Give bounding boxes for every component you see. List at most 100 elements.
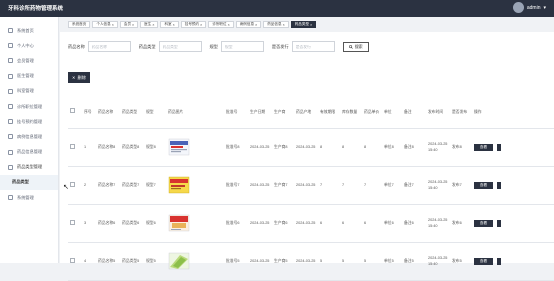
view-button[interactable]: 查看 bbox=[474, 219, 493, 227]
tab-profile[interactable]: 个人信息 × bbox=[92, 21, 118, 28]
edit-button[interactable] bbox=[497, 181, 501, 189]
table-cell: 2024-03-25 15:40 bbox=[426, 128, 450, 167]
sidebar-item-profile[interactable]: 个人中心 bbox=[0, 38, 58, 53]
tab-label: 药品类型 bbox=[294, 22, 310, 26]
table-cell: 发布7 bbox=[450, 166, 472, 205]
delete-button[interactable]: ✕ 删除 bbox=[68, 72, 90, 83]
table-cell: 6 bbox=[340, 204, 362, 243]
app-title: 牙科诊所药物管理系统 bbox=[8, 6, 64, 12]
edit-button[interactable] bbox=[497, 257, 501, 265]
close-icon[interactable]: × bbox=[132, 23, 134, 27]
table-cell: 批准号6 bbox=[224, 204, 248, 243]
drug-type-input[interactable] bbox=[158, 41, 202, 52]
table-cell: 5 bbox=[318, 242, 340, 281]
table-cell: 生产商8 bbox=[272, 128, 294, 167]
sidebar-item-label: 药品信息管理 bbox=[17, 149, 43, 155]
sidebar-item-drug-info[interactable]: 药品信息管理 bbox=[0, 145, 58, 160]
table-cell: 2024-03-25 bbox=[248, 128, 272, 167]
drug-name-input[interactable] bbox=[87, 41, 131, 52]
close-icon[interactable]: × bbox=[255, 23, 257, 27]
tab-drug-info[interactable]: 药品信息 × bbox=[263, 21, 289, 28]
table-cell: 单位5 bbox=[382, 242, 402, 281]
sidebar-item-drug-types[interactable]: 药品类型管理 bbox=[0, 160, 58, 175]
select-all-checkbox[interactable] bbox=[70, 108, 75, 114]
sidebar-item-appointments[interactable]: 挂号预约管理 bbox=[0, 114, 58, 129]
table-header: 药品单价 bbox=[362, 96, 382, 129]
table-header: 单位 bbox=[382, 96, 402, 129]
user-menu[interactable]: admin ▾ bbox=[512, 2, 546, 13]
sidebar-item-home[interactable]: 系统首页 bbox=[0, 23, 58, 38]
view-button[interactable]: 查看 bbox=[474, 257, 493, 265]
table-header: 生产日期 bbox=[248, 96, 272, 129]
table-cell: 生产商5 bbox=[272, 242, 294, 281]
tab-appointments[interactable]: 挂号预约 × bbox=[180, 21, 207, 28]
close-icon[interactable]: × bbox=[173, 23, 175, 27]
table-cell: 2024-03-25 15:40 bbox=[426, 204, 450, 243]
sidebar-item-label: 病例信息管理 bbox=[17, 133, 43, 139]
sidebar-item-cases[interactable]: 病例信息管理 bbox=[0, 129, 58, 144]
tab-label: 会员 bbox=[123, 22, 132, 26]
sidebar-item-members[interactable]: 会员管理 bbox=[0, 53, 58, 68]
table-cell: 规型7 bbox=[144, 166, 166, 205]
tab-cases[interactable]: 病例信息 × bbox=[235, 21, 262, 28]
table-header-row: 序号 药品名称 药品类型 规型 药品图片 批准号 生产日期 生产商 药品产地 有… bbox=[68, 96, 554, 129]
table-cell bbox=[68, 166, 82, 205]
tab-home[interactable]: 系统首页 bbox=[68, 21, 91, 28]
search-button[interactable]: 搜索 bbox=[342, 41, 369, 52]
close-icon[interactable]: × bbox=[152, 23, 154, 27]
sidebar-item-label: 药品类型管理 bbox=[17, 164, 43, 170]
view-button[interactable]: 查看 bbox=[474, 143, 493, 151]
table-cell: 7 bbox=[318, 166, 340, 205]
close-icon[interactable]: × bbox=[283, 23, 285, 27]
grid-icon bbox=[8, 149, 13, 155]
close-icon[interactable]: × bbox=[228, 23, 230, 27]
table-header: 备注 bbox=[402, 96, 426, 129]
table-header: 是否发布 bbox=[450, 96, 472, 129]
close-icon[interactable]: × bbox=[112, 23, 114, 27]
row-checkbox[interactable] bbox=[70, 219, 75, 225]
tab-label: 医生 bbox=[144, 22, 152, 26]
close-icon[interactable]: × bbox=[200, 23, 202, 27]
table-header: 批准号 bbox=[224, 96, 248, 129]
table-cell: 2024-03-25 15:40 bbox=[426, 242, 450, 281]
tab-departments[interactable]: 科室 × bbox=[160, 21, 179, 28]
tab-positions[interactable]: 诊所职位 × bbox=[208, 21, 234, 28]
sidebar-item-system[interactable]: 系统管理 bbox=[0, 190, 58, 205]
tab-doctors[interactable]: 医生 × bbox=[140, 21, 159, 28]
table-cell: 药品名称8 bbox=[96, 128, 120, 167]
chevron-down-icon: ▾ bbox=[543, 4, 546, 11]
table-cell: 发布5 bbox=[450, 242, 472, 281]
table-cell: 药品类型7 bbox=[120, 166, 144, 205]
table-cell: 单位6 bbox=[382, 204, 402, 243]
table-header: 生产商 bbox=[272, 96, 294, 129]
edit-button[interactable] bbox=[497, 219, 501, 227]
table-cell: 6 bbox=[362, 204, 382, 243]
user-icon bbox=[8, 43, 13, 49]
drug-name-label: 药品名称 bbox=[68, 43, 85, 49]
tab-bar: 系统首页 个人信息 × 会员 × 医生 × 科室 × 挂号预约 × 诊所职位 × 病例信息 ×… bbox=[68, 21, 317, 28]
edit-button[interactable] bbox=[497, 143, 501, 151]
sidebar-item-label: 诊所职位管理 bbox=[17, 103, 43, 109]
published-label: 是否发行 bbox=[271, 43, 289, 49]
sidebar-item-doctors[interactable]: 医生管理 bbox=[0, 69, 58, 84]
close-icon[interactable]: × bbox=[310, 23, 312, 27]
tab-label: 药品信息 bbox=[267, 22, 282, 26]
table-header: 有效期限 bbox=[318, 96, 340, 129]
tab-drug-types[interactable]: 药品类型 × bbox=[290, 21, 317, 28]
published-input[interactable] bbox=[291, 41, 335, 52]
table-cell: 5 bbox=[340, 242, 362, 281]
table-cell: 2024-03-25 bbox=[248, 242, 272, 281]
sidebar-item-label: 挂号预约管理 bbox=[17, 118, 43, 124]
row-checkbox[interactable] bbox=[70, 257, 75, 263]
row-checkbox[interactable] bbox=[70, 181, 75, 187]
row-checkbox[interactable] bbox=[70, 143, 75, 149]
sidebar-item-departments[interactable]: 科室管理 bbox=[0, 84, 58, 99]
table-cell: 3 bbox=[82, 204, 96, 243]
tab-members[interactable]: 会员 × bbox=[119, 21, 139, 28]
spec-input[interactable] bbox=[220, 41, 264, 52]
sidebar-subitem-drug-type[interactable]: 药品类型 bbox=[0, 174, 58, 191]
sidebar-item-positions[interactable]: 诊所职位管理 bbox=[0, 99, 58, 114]
view-button[interactable]: 查看 bbox=[474, 181, 493, 189]
tab-label: 病例信息 bbox=[239, 22, 255, 26]
table-cell: 查看 bbox=[472, 166, 554, 205]
